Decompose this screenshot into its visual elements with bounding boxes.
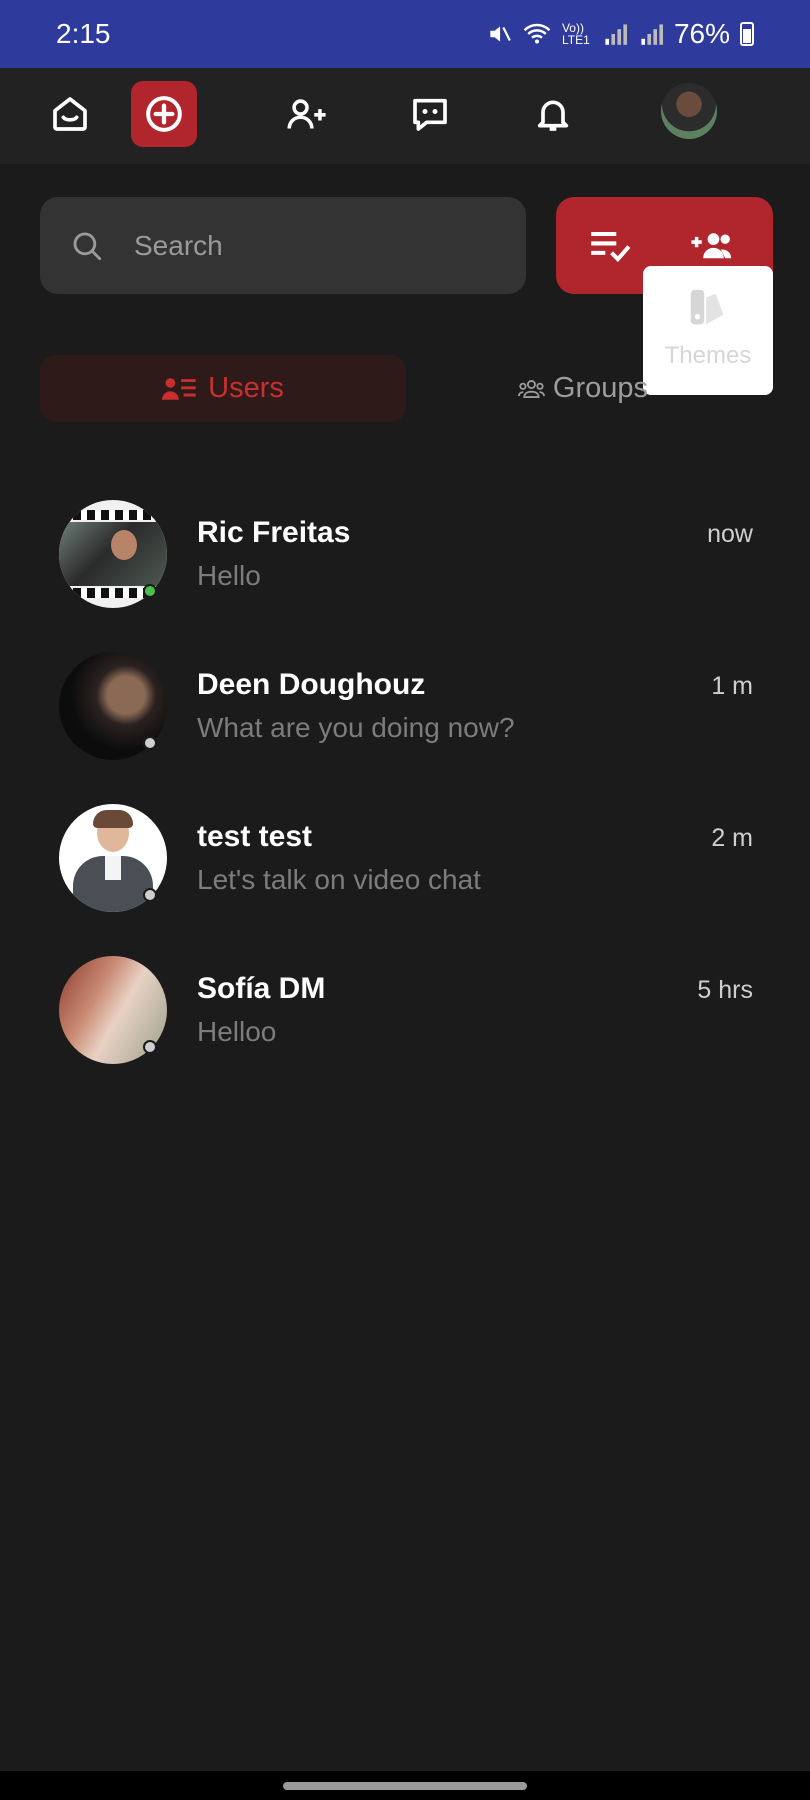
profile-avatar[interactable] (661, 83, 717, 139)
status-bar: 2:15 Vo)) LTE1 76% (0, 0, 810, 68)
home-handle[interactable] (283, 1782, 527, 1790)
search-icon (73, 232, 102, 260)
tab-groups[interactable]: Groups (518, 355, 648, 422)
mute-icon (490, 26, 511, 42)
chat-time: 1 m (711, 672, 753, 700)
chat-message: What are you doing now? (197, 712, 515, 743)
chat-item-ric-freitas[interactable]: Ric Freitas Hello now (0, 500, 810, 640)
tab-groups-label: Groups (552, 372, 648, 404)
chat-message: Helloo (197, 1016, 277, 1047)
user-list-icon (162, 377, 196, 400)
status-time: 2:15 (56, 18, 111, 49)
search-input[interactable] (134, 229, 464, 262)
group-add-icon[interactable] (690, 225, 734, 265)
chat-item-sofia-dm[interactable]: Sofía DM Helloo 5 hrs (0, 956, 810, 1096)
themes-label: Themes (664, 342, 752, 369)
offline-indicator (143, 736, 157, 750)
search-bar[interactable] (40, 197, 526, 294)
tab-users[interactable]: Users (40, 355, 406, 422)
chat-name: Sofía DM (197, 972, 326, 1005)
chat-item-test-test[interactable]: test test Let's talk on video chat 2 m (0, 804, 810, 944)
chat-message: Hello (197, 560, 261, 591)
wifi-icon (523, 23, 551, 44)
offline-indicator (143, 1040, 157, 1054)
chat-item-deen-doughouz[interactable]: Deen Doughouz What are you doing now? 1 … (0, 652, 810, 792)
signal-icon-2 (641, 24, 663, 45)
chat-name: test test (197, 820, 313, 853)
add-circle-icon[interactable] (131, 81, 197, 147)
status-icons: Vo)) LTE1 76% (486, 18, 754, 50)
network-label: Vo)) LTE1 (561, 21, 590, 47)
gesture-bar (0, 1771, 810, 1800)
chat-icon[interactable] (396, 80, 464, 148)
battery-icon (740, 22, 754, 46)
themes-popup[interactable]: Themes (643, 266, 773, 395)
top-nav (0, 68, 810, 164)
chat-message: Let's talk on video chat (197, 864, 481, 895)
chat-time: 2 m (711, 824, 753, 852)
tab-users-label: Users (208, 372, 284, 404)
chat-name: Ric Freitas (197, 516, 351, 549)
checklist-icon[interactable] (588, 225, 632, 265)
add-user-icon[interactable] (273, 80, 341, 148)
signal-icon (605, 24, 627, 45)
home-icon[interactable] (36, 80, 104, 148)
battery-percent: 76% (673, 18, 730, 49)
chat-name: Deen Doughouz (197, 668, 426, 701)
palette-icon (690, 289, 724, 325)
chat-time: 5 hrs (697, 976, 753, 1004)
groups-icon (518, 379, 545, 398)
online-indicator (143, 584, 157, 598)
chat-time: now (707, 520, 753, 548)
bell-icon[interactable] (519, 80, 587, 148)
offline-indicator (143, 888, 157, 902)
